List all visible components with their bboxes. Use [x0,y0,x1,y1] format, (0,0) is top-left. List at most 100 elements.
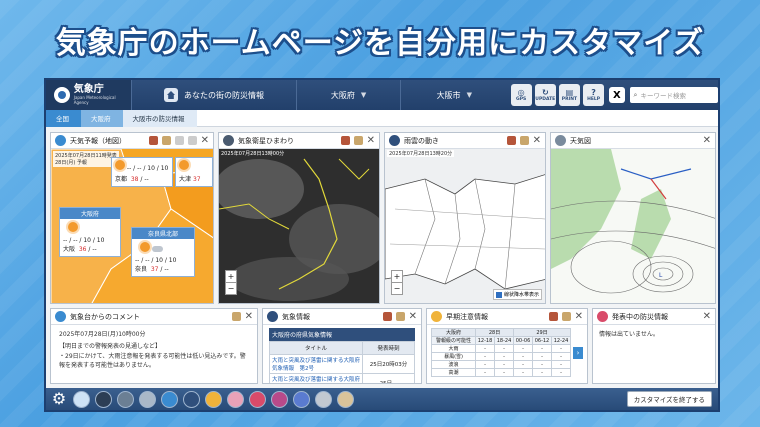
help-button[interactable]: ? HELP [583,84,605,106]
book-icon[interactable] [561,312,571,321]
grid-icon[interactable] [187,136,197,145]
city-card-nara[interactable]: 奈良県北部 -- / -- / 10 / 10 奈良 37 / -- [131,227,195,277]
book-icon[interactable] [231,312,241,321]
sunny-icon [179,160,189,170]
weather-forecast-widget-icon[interactable] [73,390,90,408]
forecast-date: 2025年07月28日11時発表 28日(月) 予報 [53,151,119,167]
linear-rain-toggle[interactable]: 線状降水帯表示 [492,289,542,300]
satellite-panel: 気象衛星ひまわり ✕ 2025年07月28日13時00分 + − [218,132,380,304]
gear-icon[interactable]: ⚙ [50,390,68,408]
jump-icon[interactable] [506,136,516,145]
breadcrumb-prefecture[interactable]: 大阪府 [81,109,123,127]
close-icon[interactable]: ✕ [703,311,711,322]
gps-label: GPS [516,96,527,102]
tsunami-widget-icon[interactable] [293,390,310,408]
close-icon[interactable]: ✕ [533,135,541,146]
jump-icon[interactable] [382,312,392,321]
zoom-out-button[interactable]: − [226,282,236,294]
weather-chart[interactable]: L [551,149,715,303]
info-row-link[interactable]: 大雨と突風及び落雷に関する大阪府気象情報 第2号 [269,354,363,374]
early-cell: - [550,344,572,353]
book-icon[interactable] [161,136,171,145]
search-box[interactable]: ⌕ キーワード検索 [629,87,718,103]
rain-map-shapes [385,149,545,303]
weather-chart-panel: 天気図 ✕ L [550,132,716,304]
early-cell: - [513,344,533,353]
list-icon[interactable] [174,136,184,145]
rain-map[interactable]: 2025年07月28日13時20分 + − 線状降水帯表示 [385,149,545,303]
observatory-widget-icon[interactable] [161,390,178,408]
search-input[interactable]: キーワード検索 [640,90,686,100]
city-card-otsu[interactable]: 大津 37 [175,157,213,187]
close-icon[interactable]: ✕ [575,311,583,322]
nav-home-button[interactable]: あなたの街の防災情報 [130,80,296,110]
logo-name: 気象庁 [73,84,104,95]
zoom-in-button[interactable]: + [226,271,236,282]
forecast-map-panel: 天気予報（地図） ✕ 2025年07月28日11時発表 28日(月) 予報 --… [50,132,214,304]
osaka-min: -- [92,246,97,253]
close-icon[interactable]: ✕ [201,135,209,146]
info-row-time: 25日20時03分 [362,354,415,374]
typhoon-widget-icon[interactable] [249,390,266,408]
panel-title: 気象情報 [282,312,310,321]
sunshine-widget-icon[interactable] [337,390,354,408]
jma-logo[interactable]: 気象庁 Japan Meteorological Agency [46,80,131,110]
info-row-link[interactable]: 大雨と突風及び落雷に関する大阪府気象情報 [269,373,363,383]
close-icon[interactable]: ✕ [245,311,253,322]
volcano-widget-icon[interactable] [315,390,332,408]
zoom-in-button[interactable]: + [392,271,402,282]
umbrella-icon [389,135,400,146]
nav-prefecture-select[interactable]: 大阪府 ▼ [296,80,400,110]
warning-icon [431,311,442,322]
close-icon[interactable]: ✕ [367,135,375,146]
top-bar: 気象庁 Japan Meteorological Agency あなたの街の防災… [46,80,718,110]
print-icon: ▤ [565,87,574,97]
print-button[interactable]: ▤ PRINT [558,84,580,106]
comment-date: 2025年07月28日(月)10時00分 [59,331,146,338]
info-widget-icon[interactable] [183,390,200,408]
comment-body: 2025年07月28日(月)10時00分 【明日までの警報発表の見通しなど】 ・… [51,325,257,383]
satellite-icon [223,135,234,146]
otsu-max: 37 [192,176,201,183]
scroll-right-button[interactable]: › [573,347,583,359]
zoom-out-button[interactable]: − [392,282,402,294]
headline: 気象庁のホームページを自分用にカスタマイズ [55,26,705,61]
early-cell: - [513,352,533,361]
book-icon[interactable] [395,312,405,321]
satellite-widget-icon[interactable] [95,390,112,408]
panel-header: 発表中の防災情報 ✕ [593,309,715,325]
x-share-button[interactable]: X [609,87,625,103]
rain-widget-icon[interactable] [117,390,134,408]
breadcrumb-city: 大阪市の防災情報 [122,109,197,127]
gps-button[interactable]: ◎ GPS [510,84,532,106]
isobar-icon [555,135,566,146]
close-icon[interactable]: ✕ [409,311,417,322]
nav-city-select[interactable]: 大阪市 ▼ [399,80,508,110]
satellite-image[interactable]: 2025年07月28日13時00分 + − [219,149,379,303]
early-slot: 12-18 [475,336,496,345]
jump-icon[interactable] [548,312,558,321]
comment-heading: 【明日までの警報発表の見通しなど】 [59,343,162,351]
panel-header: 天気図 ✕ [551,133,715,149]
panel-title: 気象衛星ひまわり [238,136,294,145]
rain-time: 2025年07月28日13時20分 [387,150,455,157]
close-icon[interactable]: ✕ [703,135,711,146]
chart-widget-icon[interactable] [139,390,156,408]
jump-icon[interactable] [340,136,350,145]
alert-grid-widget-icon[interactable] [227,390,244,408]
update-button[interactable]: ↻ UPDATE [534,84,556,106]
nara-name: 奈良 [135,266,148,273]
warning-widget-icon[interactable] [205,390,222,408]
book-icon[interactable] [353,136,363,145]
book-icon[interactable] [519,136,529,145]
forecast-map[interactable]: 2025年07月28日11時発表 28日(月) 予報 -- / -- / 10 … [51,149,213,303]
update-label: UPDATE [535,96,556,102]
end-customize-button[interactable]: カスタマイズを終了する [626,391,712,407]
breadcrumb-national[interactable]: 全国 [46,109,81,127]
jump-icon[interactable] [148,136,158,145]
city-card-osaka[interactable]: 大阪府 -- / -- / 10 / 10 大阪 36 / -- [59,207,121,257]
city-card-kyoto[interactable]: -- / -- / 10 / 10 京都 38 / -- [111,157,173,187]
earthquake-widget-icon[interactable] [271,390,288,408]
rain-cloud-panel: 雨雲の動き ✕ 2025年07月28日13時20分 + − 線状降水帯表示 [384,132,546,304]
search-icon: ⌕ [633,90,638,99]
